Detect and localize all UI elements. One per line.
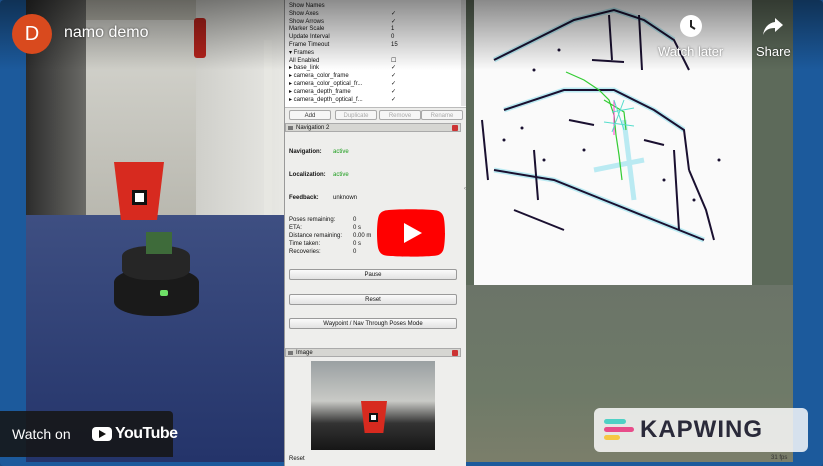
video-player[interactable]: Show NamesShow Axes✓Show Arrows✓Marker S… — [0, 0, 823, 466]
display-tree-buttons: Add Duplicate Remove Rename — [285, 108, 467, 122]
video-title[interactable]: namo demo — [64, 24, 149, 42]
youtube-brand-label: YouTube — [115, 425, 178, 442]
display-tree-row-name: ▸ camera_color_optical_fr... — [289, 81, 363, 87]
metric-label: Recoveries: — [289, 249, 321, 255]
watch-later-label: Watch later — [658, 44, 724, 59]
watch-on-youtube-button[interactable]: Watch on YouTube — [0, 411, 178, 457]
navigation-label: Navigation: — [289, 149, 322, 155]
display-tree-row-value[interactable]: ✓ — [391, 80, 396, 88]
display-tree-row-name: ▸ camera_depth_frame — [289, 88, 351, 95]
channel-avatar[interactable]: D — [12, 14, 52, 54]
localization-status: active — [333, 172, 349, 178]
play-button-icon[interactable] — [377, 209, 445, 257]
add-button[interactable]: Add — [289, 110, 331, 120]
navigation-status-row: Navigation: active — [289, 149, 349, 155]
watch-on-label: Watch on — [12, 426, 71, 442]
display-tree-row-value[interactable]: ✓ — [391, 88, 396, 96]
display-tree-row[interactable]: ▸ camera_color_optical_fr... ✓ — [289, 80, 461, 88]
feedback-label: Feedback: — [289, 195, 319, 201]
close-icon[interactable] — [452, 125, 458, 131]
metric-value: 0 — [353, 217, 357, 223]
pause-button[interactable]: Pause — [289, 269, 457, 280]
navigation-status: active — [333, 149, 349, 155]
mobile-robot — [114, 232, 199, 322]
watch-later-button[interactable]: Watch later — [658, 14, 723, 59]
metric-label: Distance remaining: — [289, 233, 343, 239]
feedback-status: unknown — [333, 195, 358, 201]
metric-value: 0 s — [353, 225, 362, 231]
localization-label: Localization: — [289, 172, 326, 178]
clock-icon — [679, 15, 702, 37]
metric-label: Poses remaining: — [289, 217, 336, 223]
panel-collapse-handle[interactable]: ‹ — [464, 186, 466, 192]
display-tree-row[interactable]: ▸ camera_depth_optical_f... ✓ — [289, 96, 461, 104]
image-panel-title: Image — [296, 350, 313, 356]
remove-button[interactable]: Remove — [379, 110, 421, 120]
waypoint-mode-button[interactable]: Waypoint / Nav Through Poses Mode — [289, 318, 457, 329]
image-panel-header: Image — [285, 348, 461, 357]
metric-label: ETA: — [289, 225, 302, 231]
camera-image-view — [311, 361, 435, 450]
display-tree-row-value[interactable]: ✓ — [391, 96, 396, 104]
display-tree-row-value[interactable]: ✓ — [391, 72, 396, 80]
display-tree-row-name: ▸ camera_depth_optical_f... — [289, 96, 363, 103]
kapwing-watermark: KAPWING — [594, 408, 808, 452]
aruco-marker — [132, 190, 147, 205]
youtube-logo-icon — [92, 427, 112, 441]
kapwing-text: KAPWING — [640, 416, 763, 443]
kapwing-logo-icon — [604, 419, 634, 441]
reset-button[interactable]: Reset — [289, 294, 457, 305]
panel-icon — [288, 351, 293, 355]
metric-label: Time taken: — [289, 241, 321, 247]
rename-button[interactable]: Rename — [421, 110, 463, 120]
localization-status-row: Localization: active — [289, 172, 349, 178]
metric-value: 0 s — [353, 241, 362, 247]
panel-icon — [288, 126, 293, 130]
metric-value: 0.00 m — [353, 233, 372, 239]
status-reset-link[interactable]: Reset — [289, 456, 305, 462]
share-label: Share — [756, 44, 791, 59]
display-tree-row[interactable]: ▸ camera_depth_frame ✓ — [289, 88, 461, 96]
close-icon[interactable] — [452, 350, 458, 356]
navigation-panel-title: Navigation 2 — [296, 125, 330, 131]
feedback-status-row: Feedback: unknown — [289, 195, 357, 201]
duplicate-button[interactable]: Duplicate — [335, 110, 377, 120]
navigation-panel-header: Navigation 2 — [285, 123, 461, 132]
share-arrow-icon — [763, 18, 784, 35]
share-button[interactable]: Share — [756, 14, 791, 59]
display-tree-row-name: ▸ camera_color_frame — [289, 73, 349, 80]
display-tree-row[interactable]: ▸ camera_color_frame ✓ — [289, 72, 461, 80]
metric-value: 0 — [353, 249, 357, 255]
fps-readout: 31 fps — [771, 455, 788, 461]
